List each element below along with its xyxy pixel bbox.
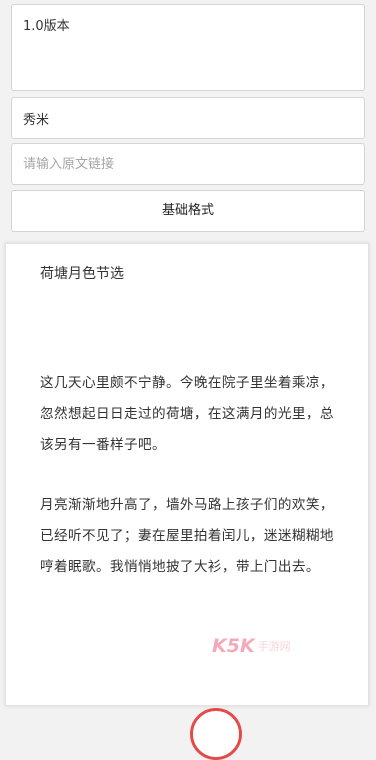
basic-format-button[interactable]: 基础格式 [11, 190, 365, 232]
watermark-subtitle: 手游网 [257, 640, 291, 653]
article-paragraph: 月亮渐渐地升高了，墙外马路上孩子们的欢笑，已经听不见了；妻在屋里拍着闰儿，迷迷糊… [40, 497, 334, 575]
bottom-action-button[interactable] [190, 708, 242, 760]
version-field[interactable] [11, 4, 365, 91]
article-paragraph: 这几天心里颇不宁静。今晚在院子里坐着乘凉，忽然想起日日走过的荷塘，在这满月的光里… [40, 375, 334, 453]
article-preview[interactable]: 荷塘月色节选 这几天心里颇不宁静。今晚在院子里坐着乘凉，忽然想起日日走过的荷塘，… [5, 243, 369, 706]
k5k-watermark-logo: K5K 手游网 [212, 632, 322, 660]
watermark-letters: K5K [212, 635, 255, 657]
article-title: 荷塘月色节选 [40, 266, 124, 282]
original-link-input[interactable] [11, 143, 365, 185]
author-field[interactable] [11, 97, 365, 139]
